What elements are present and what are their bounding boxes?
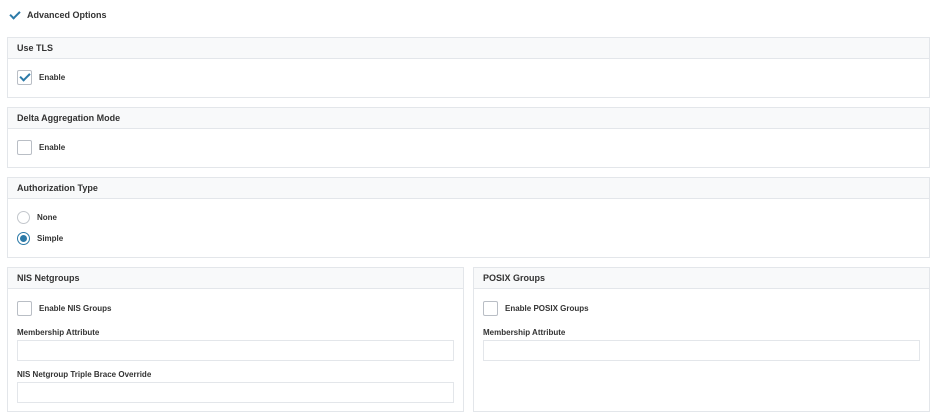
- authorization-type-header: Authorization Type: [8, 178, 929, 199]
- nis-enable-row[interactable]: Enable NIS Groups: [17, 301, 111, 316]
- nis-enable-checkbox[interactable]: [17, 301, 32, 316]
- posix-enable-row[interactable]: Enable POSIX Groups: [483, 301, 589, 316]
- posix-membership-attribute-label: Membership Attribute: [483, 328, 566, 337]
- delta-aggregation-panel: Delta Aggregation Mode Enable: [7, 107, 930, 168]
- tls-enable-label: Enable: [39, 73, 66, 82]
- posix-groups-panel: POSIX Groups Enable POSIX Groups Members…: [473, 267, 930, 412]
- delta-enable-checkbox[interactable]: [17, 140, 32, 155]
- posix-groups-header: POSIX Groups: [474, 268, 929, 289]
- posix-membership-attribute-input[interactable]: [483, 340, 920, 361]
- auth-simple-radio[interactable]: [17, 232, 30, 245]
- delta-enable-row[interactable]: Enable: [17, 140, 65, 155]
- nis-triple-brace-override-label: NIS Netgroup Triple Brace Override: [17, 370, 152, 379]
- nis-enable-label: Enable NIS Groups: [39, 304, 112, 313]
- nis-netgroups-panel: NIS Netgroups Enable NIS Groups Membersh…: [7, 267, 464, 412]
- posix-enable-checkbox[interactable]: [483, 301, 498, 316]
- advanced-options-toggle[interactable]: Advanced Options: [8, 9, 107, 21]
- delta-aggregation-header: Delta Aggregation Mode: [8, 108, 929, 129]
- nis-triple-brace-override-input[interactable]: [17, 382, 454, 403]
- tls-enable-checkbox[interactable]: [17, 70, 32, 85]
- posix-enable-label: Enable POSIX Groups: [505, 304, 589, 313]
- authorization-type-panel: Authorization Type None Simple: [7, 177, 930, 258]
- tls-enable-row[interactable]: Enable: [17, 70, 65, 85]
- auth-option-none[interactable]: None: [17, 211, 57, 224]
- auth-none-radio[interactable]: [17, 211, 30, 224]
- nis-membership-attribute-input[interactable]: [17, 340, 454, 361]
- use-tls-panel: Use TLS Enable: [7, 37, 930, 98]
- use-tls-header: Use TLS: [8, 38, 929, 59]
- auth-none-label: None: [37, 213, 57, 222]
- advanced-options-label: Advanced Options: [27, 10, 107, 20]
- delta-enable-label: Enable: [39, 143, 66, 152]
- advanced-options-checkbox[interactable]: [8, 9, 20, 21]
- nis-netgroups-header: NIS Netgroups: [8, 268, 463, 289]
- auth-simple-label: Simple: [37, 234, 64, 243]
- auth-option-simple[interactable]: Simple: [17, 232, 63, 245]
- nis-membership-attribute-label: Membership Attribute: [17, 328, 100, 337]
